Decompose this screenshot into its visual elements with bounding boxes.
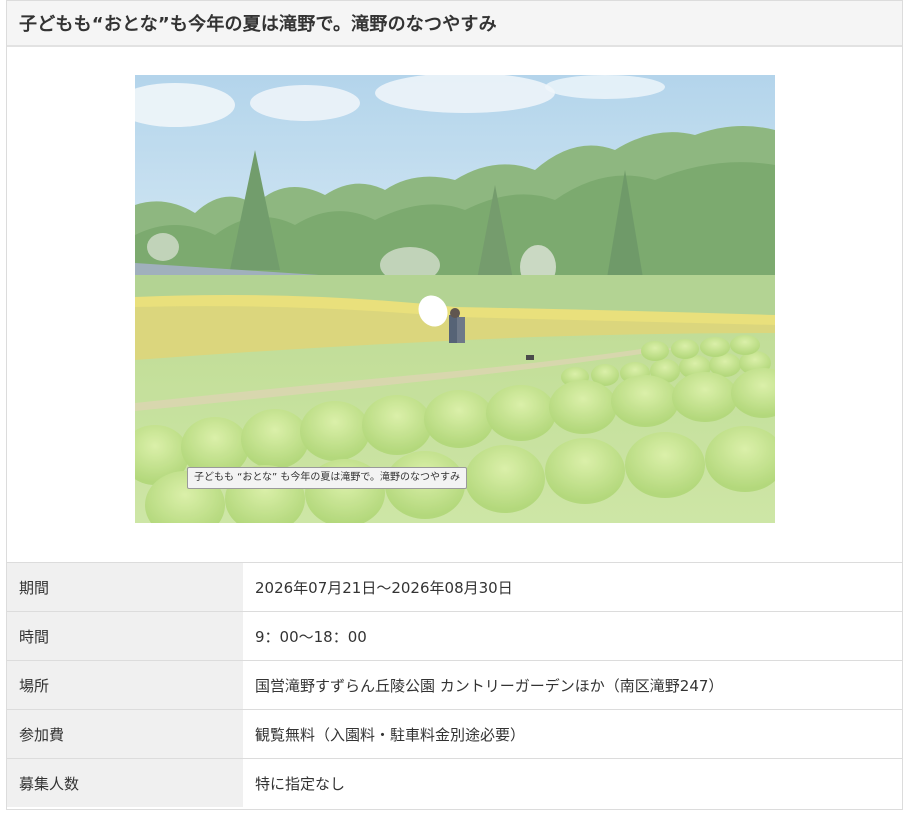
- photo-caption: 子どもも “おとな” も今年の夏は滝野で。滝野のなつやすみ: [187, 467, 468, 489]
- page-title: 子どもも“おとな”も今年の夏は滝野で。滝野のなつやすみ: [19, 14, 497, 35]
- row-label-place: 場所: [7, 660, 243, 710]
- event-card: 子どもも“おとな”も今年の夏は滝野で。滝野のなつやすみ 子どもも “おとな” も…: [6, 0, 903, 810]
- photo-area: 子どもも “おとな” も今年の夏は滝野で。滝野のなつやすみ: [7, 47, 902, 563]
- row-label-fee: 参加費: [7, 709, 243, 759]
- row-label-time: 時間: [7, 611, 243, 661]
- row-value-period: 2026年07月21日～2026年08月30日: [243, 563, 902, 612]
- row-value-time: 9：00～18：00: [243, 611, 902, 661]
- table-row: 時間 9：00～18：00: [7, 611, 902, 661]
- table-row: 期間 2026年07月21日～2026年08月30日: [7, 563, 902, 612]
- card-header: 子どもも“おとな”も今年の夏は滝野で。滝野のなつやすみ: [7, 1, 902, 47]
- row-value-place: 国営滝野すずらん丘陵公園 カントリーガーデンほか（南区滝野247）: [243, 660, 902, 710]
- row-value-capacity: 特に指定なし: [255, 774, 346, 793]
- row-label-capacity: 募集人数: [7, 758, 243, 807]
- table-row: 参加費 観覧無料（入園料・駐車料金別途必要）: [7, 709, 902, 759]
- table-row: 場所 国営滝野すずらん丘陵公園 カントリーガーデンほか（南区滝野247）: [7, 660, 902, 710]
- event-photo-illustration: [135, 75, 775, 523]
- event-details-table: 期間 2026年07月21日～2026年08月30日 時間 9：00～18：00…: [7, 563, 902, 807]
- table-row: 募集人数 特に指定なし: [7, 758, 902, 807]
- row-label-period: 期間: [7, 563, 243, 612]
- event-photo: 子どもも “おとな” も今年の夏は滝野で。滝野のなつやすみ: [135, 75, 775, 523]
- row-value-fee: 観覧無料（入園料・駐車料金別途必要）: [243, 709, 902, 759]
